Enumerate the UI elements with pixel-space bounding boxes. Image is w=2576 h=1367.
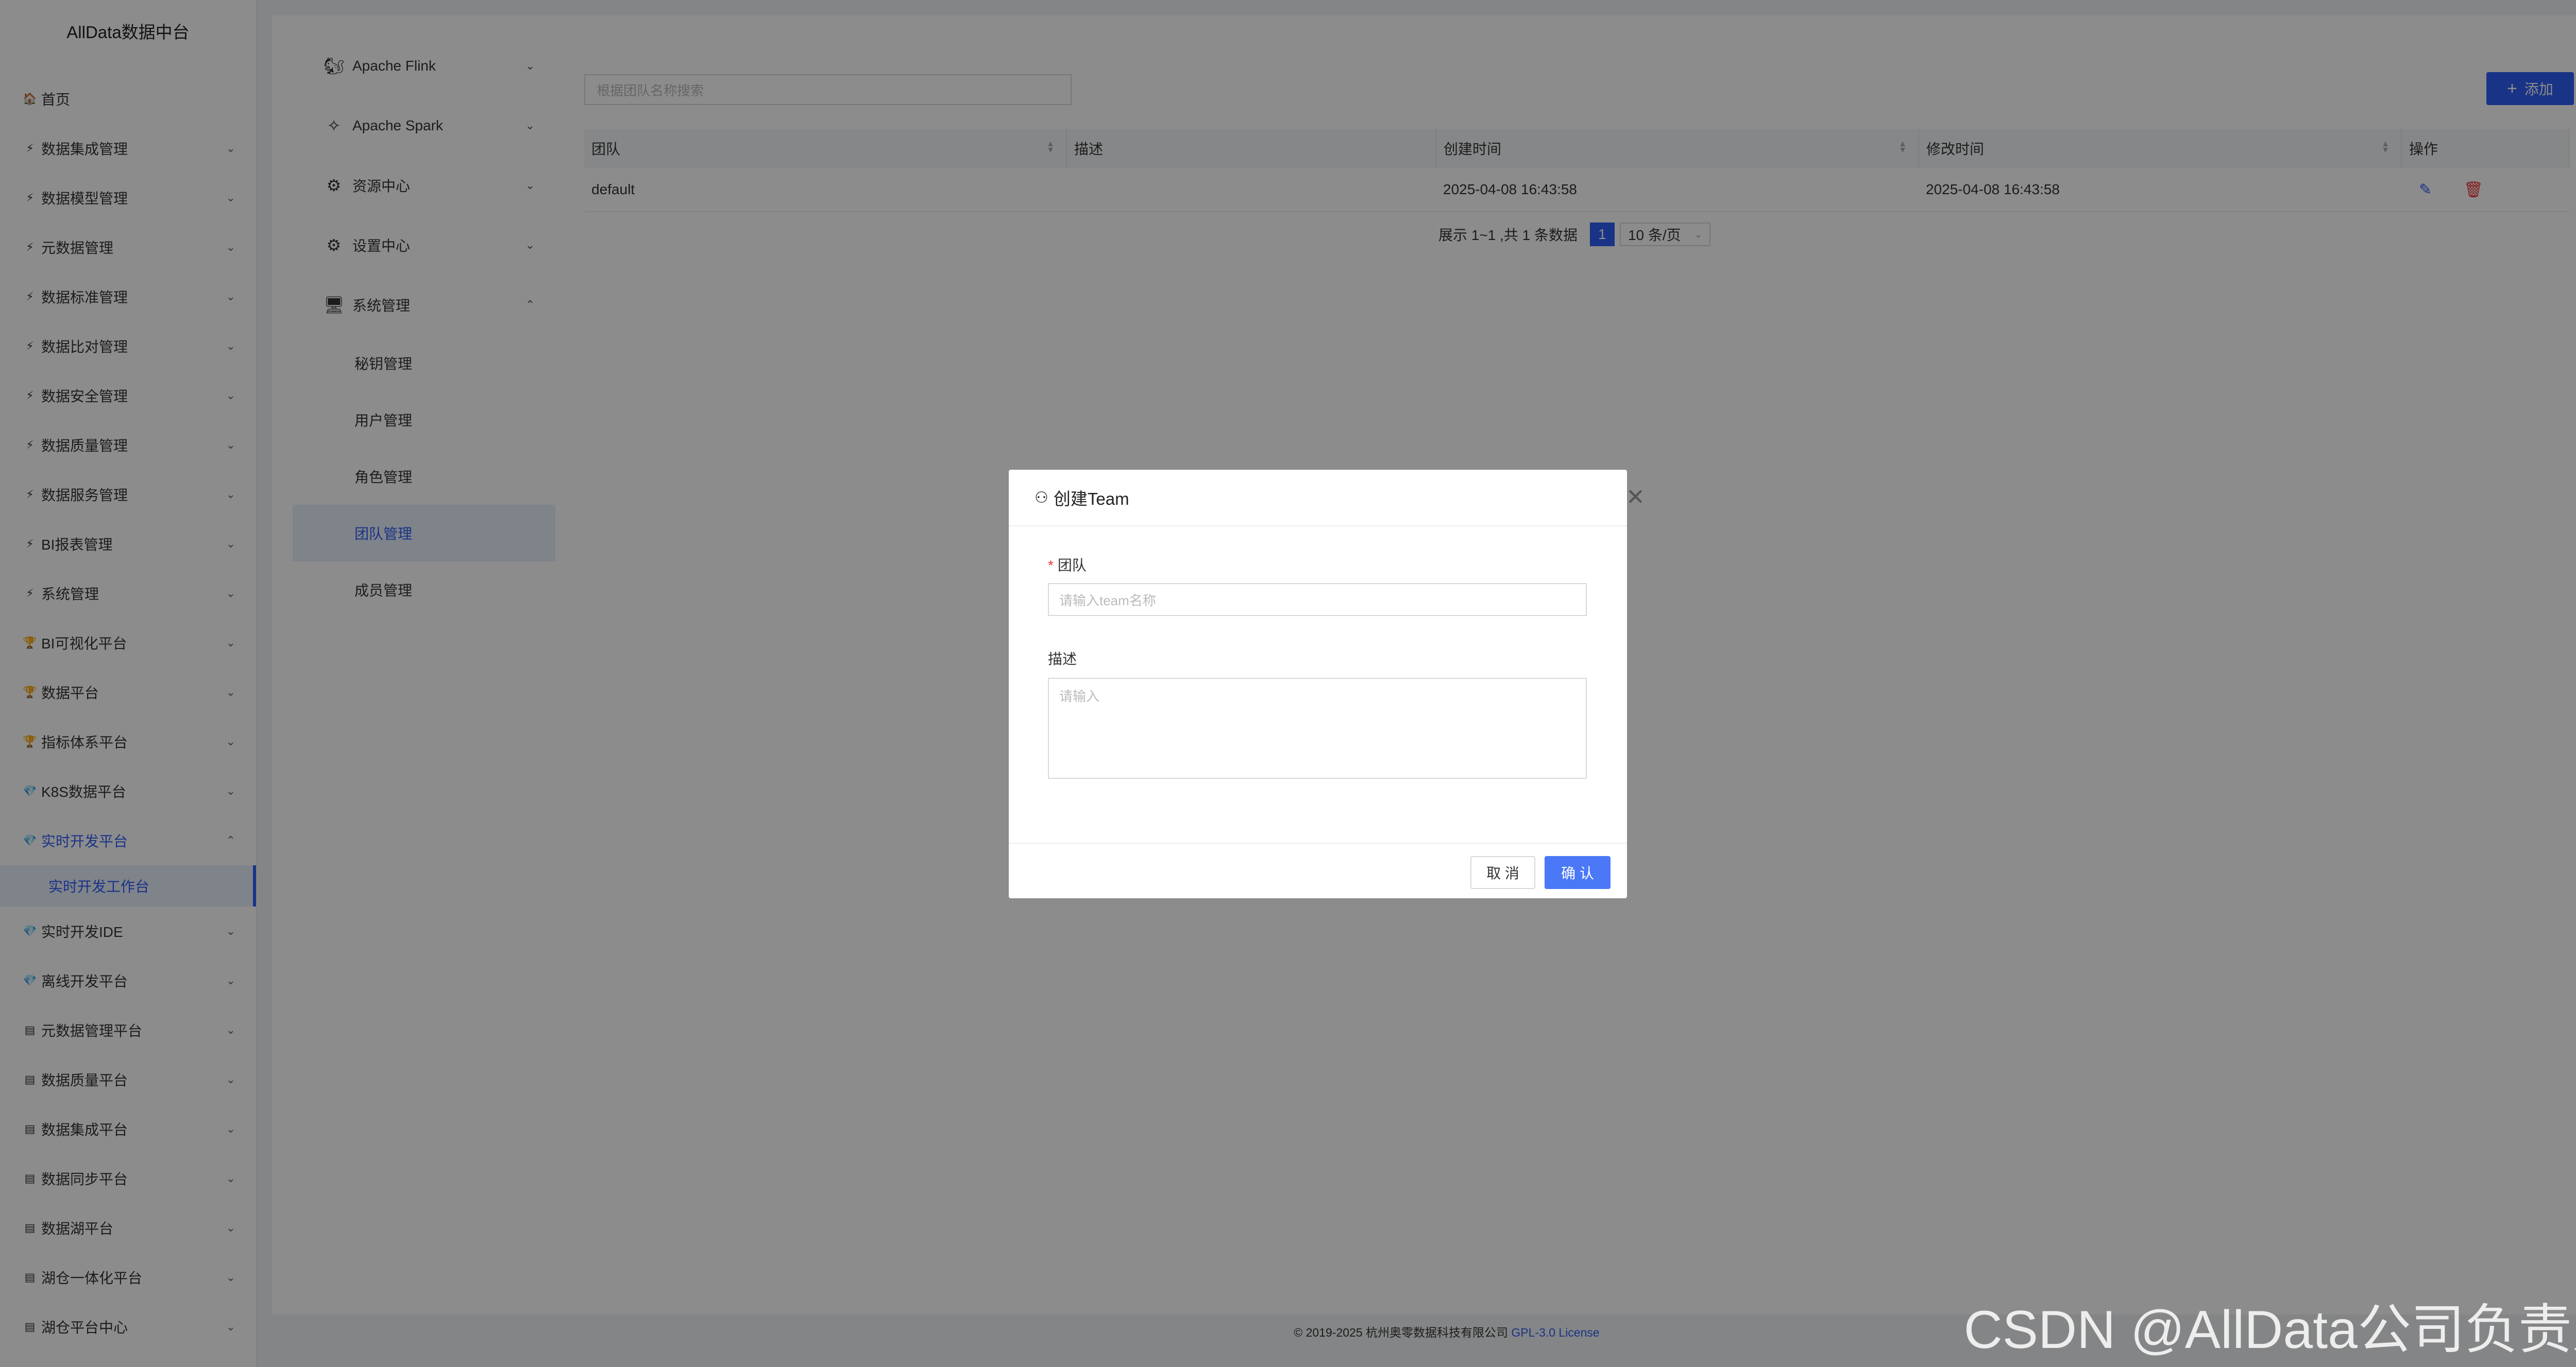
dialog-footer: 取 消 确 认 bbox=[1009, 843, 1627, 899]
description-textarea[interactable]: 请输入 bbox=[1048, 678, 1587, 779]
required-mark: * bbox=[1048, 557, 1054, 573]
team-name-input[interactable]: 请输入team名称 bbox=[1048, 583, 1587, 616]
csdn-watermark: CSDN @AllData公司负责人 bbox=[1963, 1300, 2576, 1360]
desc-field-label: 描述 bbox=[1048, 651, 1077, 667]
cancel-button[interactable]: 取 消 bbox=[1470, 856, 1535, 889]
confirm-button[interactable]: 确 认 bbox=[1545, 856, 1611, 889]
close-icon[interactable]: ✕ bbox=[1626, 484, 1645, 510]
dialog-header: ⚇ 创建Team bbox=[1009, 470, 1627, 526]
create-team-dialog: ⚇ 创建Team ✕ * 团队 请输入team名称 描述 请输入 取 消 确 认 bbox=[1009, 470, 1645, 899]
team-icon: ⚇ bbox=[1035, 489, 1048, 506]
team-field-label: * 团队 bbox=[1048, 557, 1087, 573]
dialog-title: 创建Team bbox=[1053, 489, 1129, 508]
